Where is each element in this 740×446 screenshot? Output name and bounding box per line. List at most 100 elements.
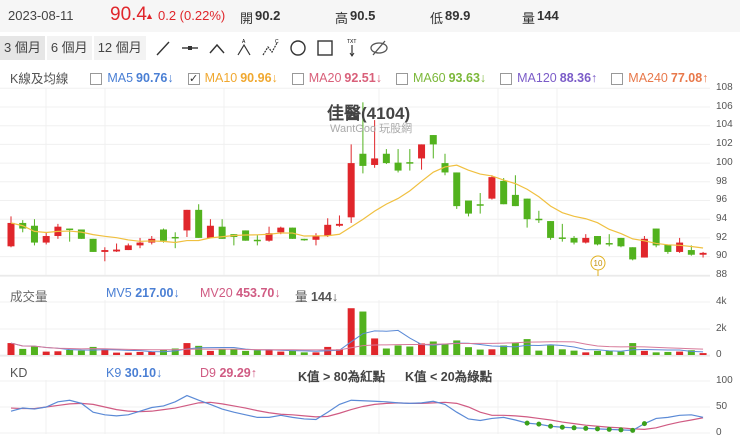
price-tick: 108	[716, 82, 733, 93]
volume-bar	[523, 339, 531, 355]
candle-body	[7, 222, 15, 247]
kd-title: KD	[10, 366, 28, 380]
d9-value: 29.29↑	[219, 366, 257, 380]
volume-bar	[54, 351, 62, 355]
candle-body	[664, 244, 672, 252]
k9-name: K9	[106, 366, 122, 380]
candle-body	[582, 237, 590, 243]
k9-label: K9 30.10↓	[106, 366, 162, 380]
volume-title: 成交量	[10, 290, 48, 304]
mv5-value: 217.00↓	[135, 286, 180, 300]
candle-body	[195, 209, 203, 238]
volume-bar	[371, 338, 379, 355]
candle-body	[476, 204, 484, 206]
volume-bar	[664, 351, 672, 355]
kd-green-dot	[524, 420, 530, 426]
candle-body	[464, 200, 472, 214]
candle-body	[558, 237, 566, 239]
candle-body	[547, 221, 555, 238]
volume-bar	[66, 349, 74, 355]
candle-body	[617, 237, 625, 247]
volume-bar	[629, 343, 637, 355]
kd-green-dot	[559, 424, 565, 430]
kd-tick: 50	[716, 401, 728, 412]
candle-body	[687, 250, 695, 255]
kd-green-dot	[536, 421, 542, 427]
event-marker-label: 10	[594, 259, 603, 268]
candle-body	[335, 223, 343, 226]
kd-note-red: K值 > 80為紅點	[298, 370, 386, 384]
volume-bar	[594, 350, 601, 355]
price-tick: 98	[716, 175, 728, 187]
volume-bar	[230, 348, 238, 355]
volume-bar	[617, 351, 625, 355]
candle-body	[253, 239, 261, 242]
mv5-name: MV5	[106, 286, 132, 300]
candle-body	[453, 172, 461, 207]
candle-body	[605, 243, 613, 245]
kd-green-dot	[548, 423, 554, 429]
candle-body	[277, 227, 285, 233]
volume-bar	[676, 351, 684, 355]
k9-value: 30.10↓	[124, 366, 163, 380]
candle-body	[124, 245, 132, 251]
volume-bar	[195, 345, 203, 355]
volume-tick: 4k	[716, 296, 727, 307]
candle-body	[312, 236, 320, 240]
candle-body	[30, 225, 38, 243]
price-tick: 104	[716, 119, 733, 131]
d9-name: D9	[200, 366, 216, 380]
candle-body	[535, 218, 543, 221]
volume-bar	[124, 352, 132, 355]
candle-body	[159, 229, 167, 241]
volume-bar	[265, 349, 273, 355]
mv20-name: MV20	[200, 286, 233, 300]
vol-name: 量	[295, 290, 308, 304]
vol-label: 量 144↓	[295, 286, 338, 305]
candle-body	[676, 242, 684, 252]
volume-bar	[406, 346, 414, 355]
volume-bar	[300, 352, 308, 355]
candle-body	[594, 236, 601, 245]
volume-bar	[535, 350, 543, 355]
price-tick: 90	[716, 250, 728, 262]
price-tick: 94	[716, 212, 728, 224]
volume-bar	[136, 351, 144, 355]
candle-body	[382, 153, 390, 164]
volume-bar	[253, 350, 261, 355]
candle-body	[429, 135, 437, 145]
candle-body	[101, 250, 109, 252]
candle-body	[359, 153, 367, 166]
volume-tick: 2k	[716, 323, 727, 334]
volume-bar	[418, 343, 426, 355]
volume-bar	[206, 350, 214, 355]
d9-label: D9 29.29↑	[200, 366, 257, 380]
volume-bar	[289, 350, 297, 355]
price-tick: 100	[716, 156, 733, 168]
mv20-value: 453.70↓	[236, 286, 281, 300]
kd-tick: 100	[716, 375, 733, 386]
kd-green-dot	[630, 427, 636, 433]
kd-tick: 0	[716, 427, 722, 438]
volume-bar	[699, 353, 707, 355]
kd-green-dot	[595, 426, 600, 432]
candle-body	[371, 158, 379, 165]
candle-body	[629, 247, 637, 260]
price-tick: 102	[716, 138, 733, 150]
volume-bar	[7, 343, 15, 355]
volume-bar	[312, 352, 320, 355]
volume-bar	[464, 347, 472, 355]
price-tick: 106	[716, 100, 733, 112]
mv20-line	[10, 341, 704, 351]
candle-body	[183, 209, 191, 231]
ma10-line	[10, 164, 704, 249]
candle-body	[77, 229, 85, 239]
volume-bar	[558, 349, 566, 355]
candle-body	[523, 198, 531, 220]
volume-bar	[394, 345, 402, 355]
price-tick: 88	[716, 269, 728, 280]
volume-bar	[511, 343, 519, 355]
volume-bar	[640, 350, 648, 355]
volume-bar	[277, 351, 285, 355]
volume-bar	[547, 345, 555, 355]
